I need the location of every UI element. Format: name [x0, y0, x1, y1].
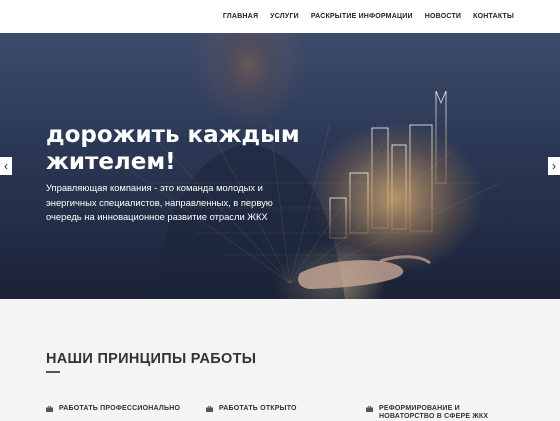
principle-label-line: РЕФОРМИРОВАНИЕ И [379, 405, 460, 412]
principle-item: РАБОТАТЬ ОТКРЫТО [206, 405, 297, 413]
slider-next-button[interactable]: › [548, 157, 560, 175]
principle-label: РАБОТАТЬ ОТКРЫТО [219, 405, 297, 412]
chevron-right-icon: › [552, 159, 556, 173]
nav-item-home[interactable]: ГЛАВНАЯ [223, 13, 258, 20]
nav-item-news[interactable]: НОВОСТИ [425, 13, 461, 20]
principle-label: РАБОТАТЬ ПРОФЕССИОНАЛЬНО [59, 405, 181, 412]
top-navigation-bar: ГЛАВНАЯ УСЛУГИ РАСКРЫТИЕ ИНФОРМАЦИИ НОВО… [0, 0, 560, 33]
principle-item: РАБОТАТЬ ПРОФЕССИОНАЛЬНО [46, 405, 180, 413]
briefcase-icon [46, 406, 53, 412]
hero-description: Управляющая компания - это команда молод… [46, 182, 273, 222]
hero-title: дорожить каждым жителем! [46, 122, 346, 176]
nav-item-disclosure[interactable]: РАСКРЫТИЕ ИНФОРМАЦИИ [311, 13, 413, 20]
principle-label: РЕФОРМИРОВАНИЕ И НОВАТОРСТВО В СФЕРЕ ЖКХ [379, 405, 488, 421]
briefcase-icon [206, 406, 213, 412]
title-underline [46, 371, 60, 373]
chevron-left-icon: ‹ [4, 159, 8, 173]
hero-slider: дорожить каждым жителем! Управляющая ком… [0, 33, 560, 299]
principles-section: НАШИ ПРИНЦИПЫ РАБОТЫ РАБОТАТЬ ПРОФЕССИОН… [0, 299, 560, 420]
main-menu: ГЛАВНАЯ УСЛУГИ РАСКРЫТИЕ ИНФОРМАЦИИ НОВО… [223, 0, 514, 33]
hero-title-line: дорожить каждым [46, 122, 300, 148]
hero-title-line: жителем! [46, 149, 176, 175]
section-title: НАШИ ПРИНЦИПЫ РАБОТЫ [46, 351, 257, 367]
slider-prev-button[interactable]: ‹ [0, 157, 12, 175]
nav-item-contacts[interactable]: КОНТАКТЫ [473, 13, 514, 20]
nav-item-services[interactable]: УСЛУГИ [270, 13, 299, 20]
briefcase-icon [366, 406, 373, 412]
principle-item: РЕФОРМИРОВАНИЕ И НОВАТОРСТВО В СФЕРЕ ЖКХ [366, 405, 488, 421]
